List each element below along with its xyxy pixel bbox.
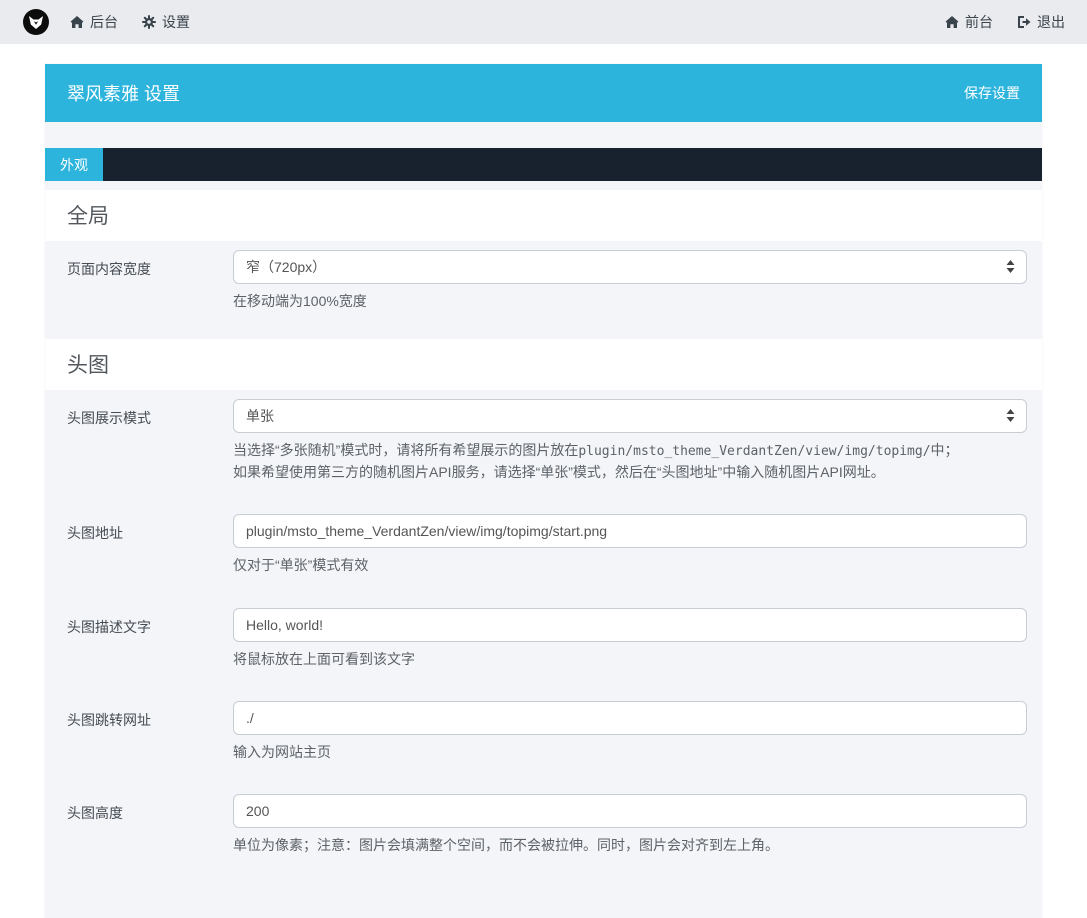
tab-bar: 外观 <box>45 148 1042 181</box>
gear-icon <box>142 15 156 29</box>
field-row-topimg-mode: 头图展示模式 单张 当选择“多张随机”模式时，请将所有希望展示的图片放在plug… <box>45 399 1042 482</box>
nav-frontend-label: 前台 <box>965 12 993 32</box>
nav-right-group: 前台 退出 <box>921 12 1065 32</box>
settings-content: 全局 页面内容宽度 窄（720px） 在移动端为100%宽度 头图 头图展示模式… <box>45 181 1042 918</box>
top-nav: 后台 设置 前台 退出 <box>0 0 1087 44</box>
topimg-url-note: 仅对于“单张”模式有效 <box>233 555 1027 575</box>
topimg-link-label: 头图跳转网址 <box>67 701 233 762</box>
topimg-mode-note-line2: 如果希望使用第三方的随机图片API服务，请选择“单张”模式，然后在“头图地址”中… <box>233 462 1027 482</box>
nav-settings-label: 设置 <box>162 12 190 32</box>
nav-logout-label: 退出 <box>1037 12 1065 32</box>
topimg-title-label: 头图描述文字 <box>67 608 233 669</box>
page-title: 翠风素雅 设置 <box>67 80 180 106</box>
tab-appearance-label: 外观 <box>60 155 88 175</box>
home-icon <box>70 15 84 29</box>
topimg-url-input[interactable] <box>233 514 1027 548</box>
topimg-title-input[interactable] <box>233 608 1027 642</box>
save-settings-button[interactable]: 保存设置 <box>964 83 1020 103</box>
topimg-link-input[interactable] <box>233 701 1027 735</box>
topimg-mode-label: 头图展示模式 <box>67 399 233 482</box>
settings-card-header: 翠风素雅 设置 保存设置 <box>45 64 1042 122</box>
nav-backend-link[interactable]: 后台 <box>70 12 118 32</box>
nav-settings-link[interactable]: 设置 <box>142 12 190 32</box>
topimg-mode-select[interactable]: 单张 <box>233 399 1027 433</box>
topimg-link-note: 输入为网站主页 <box>233 742 1027 762</box>
nav-frontend-link[interactable]: 前台 <box>945 12 993 32</box>
field-row-topimg-url: 头图地址 仅对于“单张”模式有效 <box>45 514 1042 575</box>
nav-backend-label: 后台 <box>90 12 118 32</box>
topimg-height-control: 单位为像素；注意：图片会填满整个空间，而不会被拉伸。同时，图片会对齐到左上角。 <box>233 794 1027 855</box>
note-text: 中； <box>931 442 959 458</box>
topimg-link-control: 输入为网站主页 <box>233 701 1027 762</box>
topimg-url-control: 仅对于“单张”模式有效 <box>233 514 1027 575</box>
topimg-url-label: 头图地址 <box>67 514 233 575</box>
field-row-page-width: 页面内容宽度 窄（720px） 在移动端为100%宽度 <box>45 250 1042 311</box>
note-code-path: plugin/msto_theme_VerdantZen/view/img/to… <box>578 444 930 459</box>
nav-logout-link[interactable]: 退出 <box>1017 12 1065 32</box>
topimg-mode-note: 当选择“多张随机”模式时，请将所有希望展示的图片放在plugin/msto_th… <box>233 440 1027 482</box>
page-width-control: 窄（720px） 在移动端为100%宽度 <box>233 250 1027 311</box>
topimg-height-input[interactable] <box>233 794 1027 828</box>
card-header-gap <box>45 122 1042 148</box>
topimg-title-control: 将鼠标放在上面可看到该文字 <box>233 608 1027 669</box>
settings-card: 翠风素雅 设置 保存设置 外观 全局 页面内容宽度 窄（720px） 在移动端为… <box>45 64 1042 918</box>
topimg-mode-control: 单张 当选择“多张随机”模式时，请将所有希望展示的图片放在plugin/msto… <box>233 399 1027 482</box>
home-icon <box>945 15 959 29</box>
page-width-note: 在移动端为100%宽度 <box>233 291 1027 311</box>
section-title-topimg: 头图 <box>45 339 1042 390</box>
topimg-title-note: 将鼠标放在上面可看到该文字 <box>233 649 1027 669</box>
page-width-label: 页面内容宽度 <box>67 250 233 311</box>
field-row-topimg-link: 头图跳转网址 输入为网站主页 <box>45 701 1042 762</box>
note-text: 当选择“多张随机”模式时，请将所有希望展示的图片放在 <box>233 442 578 458</box>
topimg-height-note: 单位为像素；注意：图片会填满整个空间，而不会被拉伸。同时，图片会对齐到左上角。 <box>233 835 1027 855</box>
section-title-global: 全局 <box>45 190 1042 241</box>
field-row-topimg-height: 头图高度 单位为像素；注意：图片会填满整个空间，而不会被拉伸。同时，图片会对齐到… <box>45 794 1042 855</box>
fox-logo-icon[interactable] <box>22 8 50 36</box>
tab-appearance[interactable]: 外观 <box>45 148 103 181</box>
topimg-height-label: 头图高度 <box>67 794 233 855</box>
field-row-topimg-title: 头图描述文字 将鼠标放在上面可看到该文字 <box>45 608 1042 669</box>
topimg-mode-note-line1: 当选择“多张随机”模式时，请将所有希望展示的图片放在plugin/msto_th… <box>233 440 1027 462</box>
sign-out-icon <box>1017 15 1031 29</box>
page-width-select[interactable]: 窄（720px） <box>233 250 1027 284</box>
